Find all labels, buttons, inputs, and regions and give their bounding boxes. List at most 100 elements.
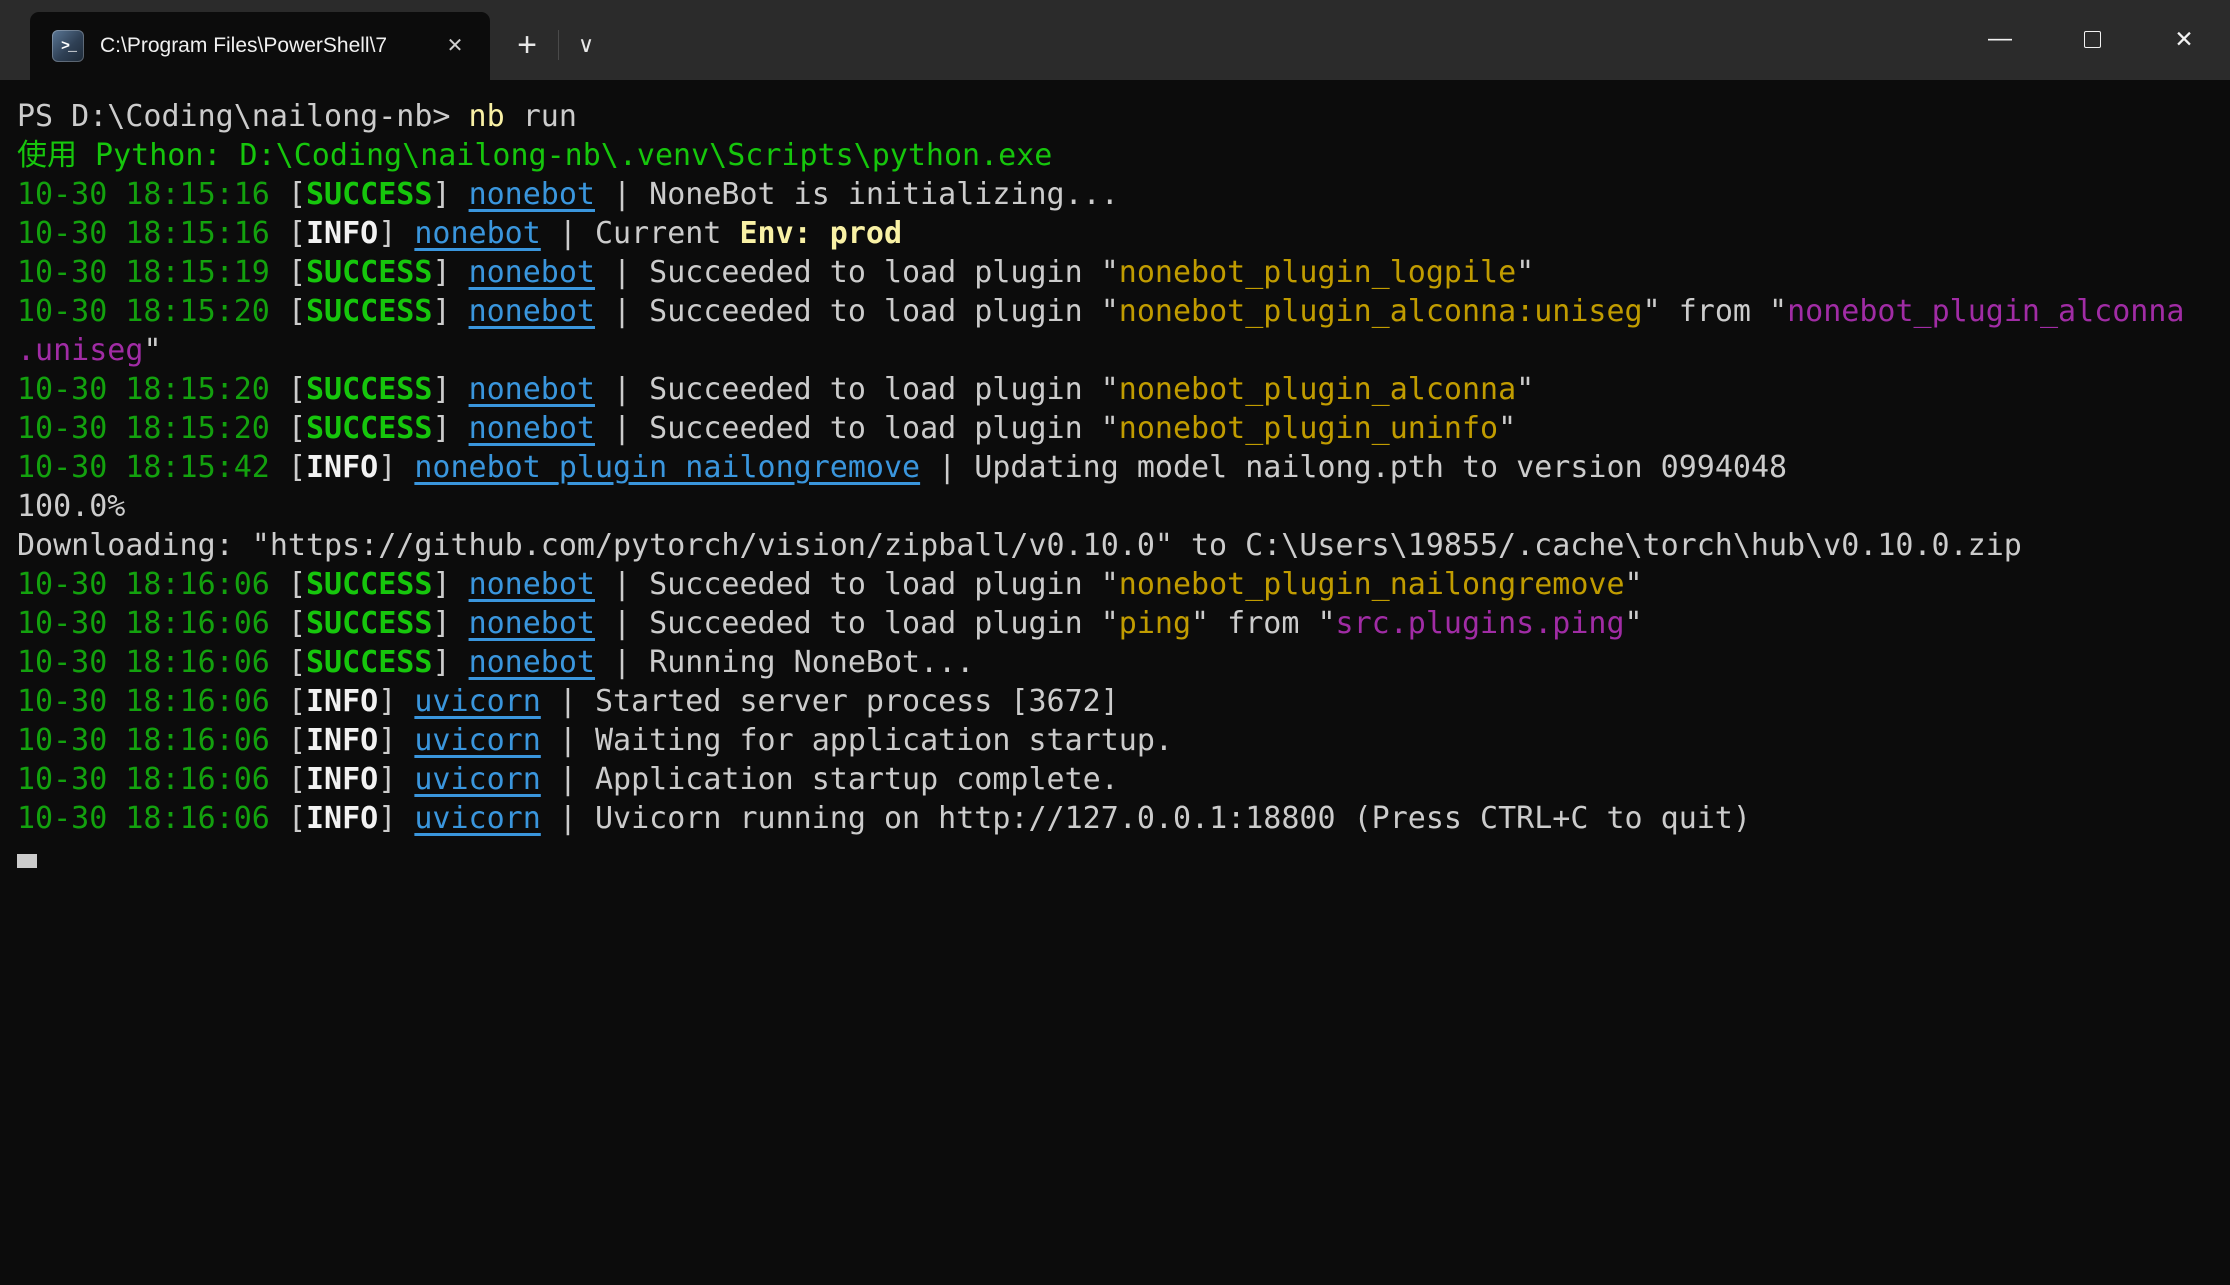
log-text: INFO <box>306 684 378 719</box>
log-text: | Succeeded to load plugin " <box>595 606 1119 641</box>
log-text: INFO <box>306 216 378 251</box>
plugin-name: nonebot_plugin_uninfo <box>1119 411 1498 446</box>
log-text: | Application startup complete. <box>541 762 1119 797</box>
plugin-name: nonebot_plugin_alconna:uniseg <box>1119 294 1643 329</box>
logger-name: nonebot <box>469 606 595 641</box>
log-text: | Succeeded to load plugin " <box>595 567 1119 602</box>
new-tab-button[interactable]: + <box>504 22 550 68</box>
log-text: | Succeeded to load plugin " <box>595 294 1119 329</box>
log-text: [ <box>288 762 306 797</box>
log-text: SUCCESS <box>306 177 432 212</box>
powershell-icon: >_ <box>52 30 84 62</box>
log-text: " <box>1498 411 1516 446</box>
log-text: 10-30 18:15:42 <box>17 450 288 485</box>
log-text: ] <box>378 684 414 719</box>
logger-name: uvicorn <box>414 723 540 758</box>
minimize-button[interactable]: — <box>1954 0 2046 78</box>
log-text: ] <box>432 606 468 641</box>
logger-name: nonebot <box>469 645 595 680</box>
logger-name: nonebot <box>469 372 595 407</box>
plugin-name: nonebot_plugin_alconna <box>1119 372 1516 407</box>
terminal-line: 10-30 18:15:20 [SUCCESS] nonebot | Succe… <box>17 409 2230 448</box>
terminal-line: 10-30 18:16:06 [INFO] uvicorn | Uvicorn … <box>17 799 2230 838</box>
log-text: [ <box>288 567 306 602</box>
log-text: [ <box>288 645 306 680</box>
window-controls: — ✕ <box>1954 0 2230 78</box>
tab-close-icon[interactable]: ✕ <box>438 29 472 63</box>
log-text: 10-30 18:16:06 <box>17 801 288 836</box>
logger-name: nonebot <box>469 255 595 290</box>
log-text: [ <box>288 801 306 836</box>
log-text: 10-30 18:16:06 <box>17 567 288 602</box>
log-text: SUCCESS <box>306 606 432 641</box>
log-text: Env: prod <box>740 216 903 251</box>
log-text: SUCCESS <box>306 411 432 446</box>
log-text: run <box>505 99 577 134</box>
log-text: | Succeeded to load plugin " <box>595 411 1119 446</box>
log-text: INFO <box>306 801 378 836</box>
terminal-line: 10-30 18:16:06 [SUCCESS] nonebot | Succe… <box>17 565 2230 604</box>
log-text: nb <box>469 99 505 134</box>
log-text: ] <box>378 762 414 797</box>
log-text: ] <box>378 801 414 836</box>
log-text: [ <box>288 411 306 446</box>
tab-powershell[interactable]: >_ C:\Program Files\PowerShell\7 ✕ <box>30 12 490 80</box>
log-text: | Waiting for application startup. <box>541 723 1173 758</box>
log-text: | Started server process [3672] <box>541 684 1119 719</box>
close-button[interactable]: ✕ <box>2138 0 2230 78</box>
log-text: 10-30 18:15:20 <box>17 294 288 329</box>
log-text: SUCCESS <box>306 255 432 290</box>
log-text: 10-30 18:15:16 <box>17 177 288 212</box>
terminal-line: PS D:\Coding\nailong-nb> nb run <box>17 97 2230 136</box>
log-text: ] <box>432 255 468 290</box>
log-text: SUCCESS <box>306 645 432 680</box>
log-text: 10-30 18:16:06 <box>17 762 288 797</box>
log-text: " <box>143 333 161 368</box>
log-text: INFO <box>306 762 378 797</box>
log-text: ] <box>432 411 468 446</box>
log-text: 10-30 18:16:06 <box>17 606 288 641</box>
log-text: ] <box>432 294 468 329</box>
log-text: | NoneBot is initializing... <box>595 177 1119 212</box>
tab-title: C:\Program Files\PowerShell\7 <box>100 34 438 58</box>
logger-name: nonebot <box>469 294 595 329</box>
terminal-output[interactable]: PS D:\Coding\nailong-nb> nb run使用 Python… <box>0 80 2230 1285</box>
log-text: [ <box>288 606 306 641</box>
titlebar[interactable]: >_ C:\Program Files\PowerShell\7 ✕ + ∨ —… <box>0 0 2230 80</box>
logger-name: nonebot <box>469 567 595 602</box>
log-text: | Updating model nailong.pth to version … <box>920 450 1787 485</box>
log-text: 10-30 18:16:06 <box>17 645 288 680</box>
terminal-line: 10-30 18:16:06 [INFO] uvicorn | Waiting … <box>17 721 2230 760</box>
logger-name: nonebot_plugin_nailongremove <box>414 450 920 485</box>
log-text: 10-30 18:15:20 <box>17 411 288 446</box>
module-name: nonebot_plugin_alconna <box>1787 294 2184 329</box>
log-text: SUCCESS <box>306 294 432 329</box>
log-text: " <box>1625 606 1643 641</box>
log-text: ] <box>432 567 468 602</box>
terminal-line: 10-30 18:15:16 [INFO] nonebot | Current … <box>17 214 2230 253</box>
log-text: | Uvicorn running on http://127.0.0.1:18… <box>541 801 1751 836</box>
log-text: | Succeeded to load plugin " <box>595 255 1119 290</box>
log-text: SUCCESS <box>306 567 432 602</box>
log-text: 100.0% <box>17 489 125 524</box>
maximize-button[interactable] <box>2046 0 2138 78</box>
log-text: " <box>1516 372 1534 407</box>
log-text: 10-30 18:15:20 <box>17 372 288 407</box>
terminal-line <box>17 838 2230 877</box>
module-name: src.plugins.ping <box>1336 606 1625 641</box>
log-text: " from " <box>1191 606 1336 641</box>
log-text: Downloading: "https://github.com/pytorch… <box>17 528 2022 563</box>
log-text: | Succeeded to load plugin " <box>595 372 1119 407</box>
log-text: " from " <box>1643 294 1788 329</box>
tab-dropdown-chevron-icon[interactable]: ∨ <box>565 24 607 66</box>
logger-name: nonebot <box>469 177 595 212</box>
log-text: 10-30 18:15:16 <box>17 216 288 251</box>
terminal-line: 10-30 18:15:20 [SUCCESS] nonebot | Succe… <box>17 292 2230 331</box>
terminal-line: 10-30 18:16:06 [SUCCESS] nonebot | Succe… <box>17 604 2230 643</box>
log-text: " <box>1625 567 1643 602</box>
maximize-icon <box>2084 31 2101 48</box>
log-text: ] <box>378 723 414 758</box>
log-text: [ <box>288 294 306 329</box>
plugin-name: nonebot_plugin_nailongremove <box>1119 567 1625 602</box>
log-text: PS D:\Coding\nailong-nb> <box>17 99 469 134</box>
